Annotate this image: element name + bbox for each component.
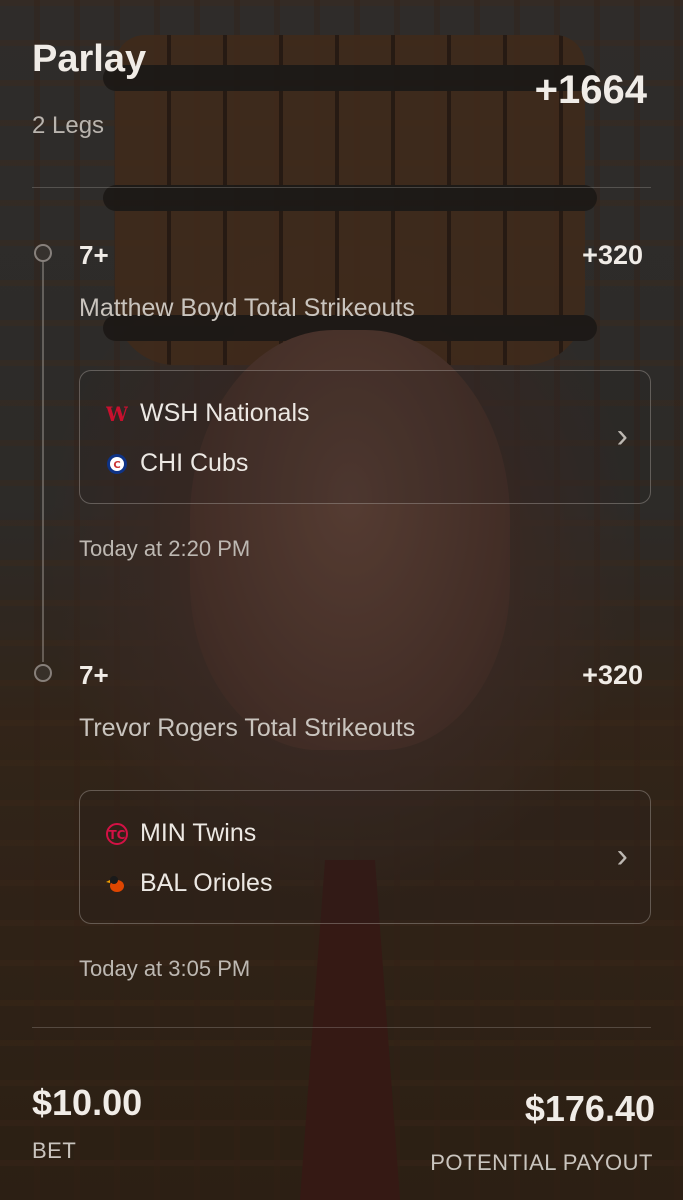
timeline-line: [42, 262, 44, 662]
game-time: Today at 3:05 PM: [79, 956, 251, 981]
twins-logo-icon: TC: [106, 822, 128, 845]
svg-text:W: W: [106, 403, 128, 425]
footer-divider: [32, 1027, 651, 1028]
leg-line: 7+: [79, 660, 109, 690]
leg-odds: +320: [582, 660, 643, 690]
orioles-logo-icon: [106, 873, 128, 895]
team-name: WSH Nationals: [140, 399, 310, 427]
game-time: Today at 2:20 PM: [79, 536, 251, 561]
chevron-right-icon: ›: [616, 417, 628, 455]
team-name: CHI Cubs: [140, 449, 249, 477]
total-odds: +1664: [534, 68, 647, 112]
team-row: BAL Orioles: [106, 869, 272, 898]
leg-market: Matthew Boyd Total Strikeouts: [79, 294, 415, 322]
team-name: MIN Twins: [140, 819, 257, 847]
leg-status-dot: [34, 244, 52, 262]
team-row: C CHI Cubs: [106, 449, 248, 478]
team-name: BAL Orioles: [140, 869, 273, 897]
team-row: W WSH Nationals: [105, 399, 310, 428]
background-photo: [0, 0, 683, 1200]
leg-status-dot: [34, 664, 52, 682]
game-card[interactable]: TC MIN Twins BAL Orioles ›: [79, 790, 651, 924]
page-title: Parlay: [32, 38, 147, 80]
bet-label: BET: [32, 1138, 77, 1163]
svg-text:C: C: [113, 460, 120, 471]
leg-market: Trevor Rogers Total Strikeouts: [79, 714, 416, 742]
team-row: TC MIN Twins: [106, 819, 256, 848]
legs-count: 2 Legs: [32, 112, 105, 139]
nationals-logo-icon: W: [105, 402, 129, 426]
chevron-right-icon: ›: [616, 837, 628, 875]
header-divider: [32, 187, 651, 188]
potential-payout-amount: $176.40: [524, 1088, 655, 1129]
bet-amount: $10.00: [32, 1082, 143, 1123]
game-card[interactable]: W WSH Nationals C CHI Cubs ›: [79, 370, 651, 504]
leg-odds: +320: [582, 240, 643, 270]
svg-text:TC: TC: [109, 828, 126, 842]
cubs-logo-icon: C: [106, 453, 128, 475]
leg-line: 7+: [79, 240, 109, 270]
potential-payout-label: POTENTIAL PAYOUT: [430, 1150, 653, 1175]
